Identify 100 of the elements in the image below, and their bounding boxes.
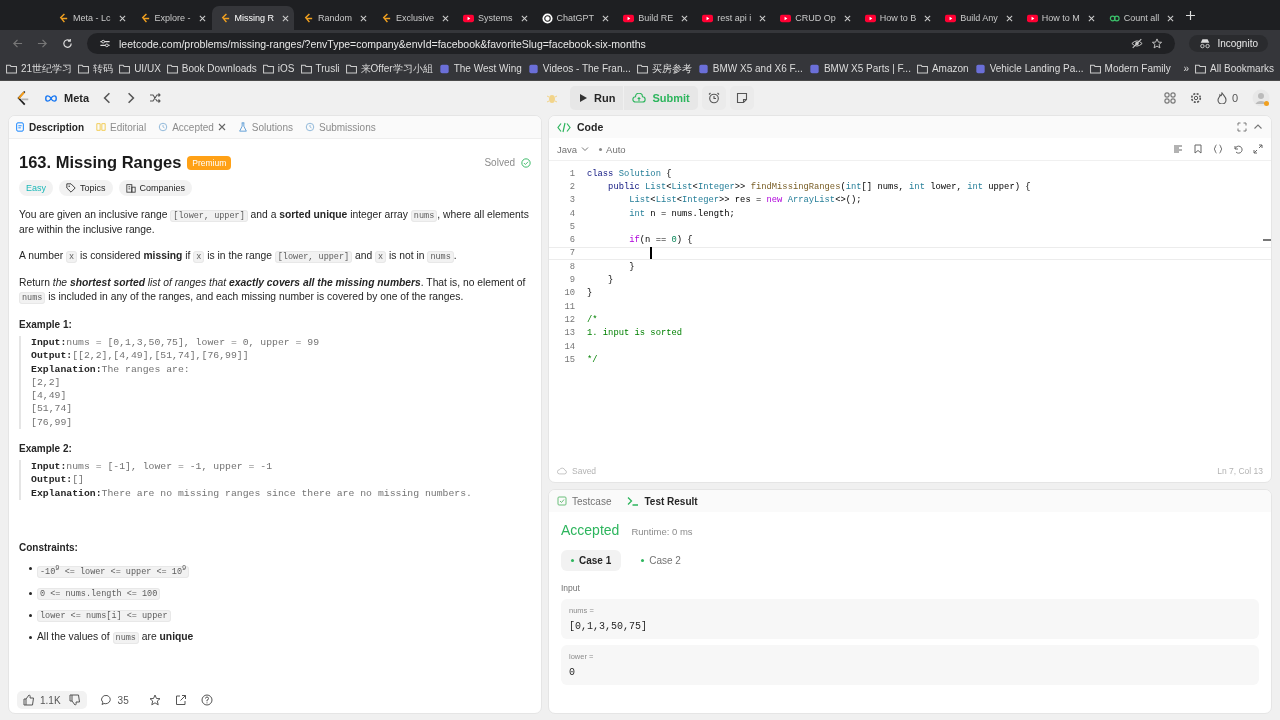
undo-icon[interactable]	[1233, 144, 1243, 154]
bookmark[interactable]: Trusli	[300, 63, 340, 74]
address-field[interactable]: leetcode.com/problems/missing-ranges/?envType=company&envId=facebook&favoriteSlug=facebook-six-months	[87, 33, 1176, 54]
chevron-down-icon	[581, 145, 590, 153]
panel-tab[interactable]: Test Result	[627, 495, 698, 507]
language-dropdown[interactable]: Java	[557, 143, 590, 155]
browser-tab[interactable]: Random	[295, 6, 373, 30]
note-icon	[735, 92, 748, 104]
like-button[interactable]: 1.1K	[23, 694, 61, 706]
bookmark[interactable]: 21世纪学习	[6, 61, 73, 76]
example-line: Input:nums = [-1], lower = -1, upper = -1	[31, 460, 274, 474]
history-icon	[305, 122, 315, 132]
check-circle-icon	[521, 157, 531, 168]
tag-chip[interactable]: Companies	[118, 180, 193, 196]
browser-tab[interactable]: rest api i	[694, 6, 772, 30]
maximize-icon[interactable]	[1237, 122, 1247, 132]
line-number: 5	[568, 221, 575, 232]
browser-tab[interactable]: Missing R	[211, 6, 295, 30]
bookmark[interactable]: BMW X5 Parts | F...	[808, 63, 911, 74]
example-line: [51,74]	[31, 402, 74, 416]
timer-button[interactable]	[701, 86, 726, 110]
difficulty-tag: Easy	[19, 180, 53, 196]
bookmark[interactable]: iOS	[262, 63, 295, 74]
book-icon	[96, 122, 106, 132]
browser-tab[interactable]: Count all	[1100, 6, 1180, 30]
comments-button[interactable]: 35	[100, 694, 129, 706]
forward-arrow-icon[interactable]	[37, 38, 48, 49]
case-tab[interactable]: Case 1	[561, 550, 622, 571]
site-icon	[808, 63, 820, 74]
line-number: 2	[568, 181, 575, 192]
case-tab[interactable]: Case 2	[631, 550, 691, 571]
code-line: class Solution {	[587, 168, 672, 179]
settings-icon[interactable]	[1189, 92, 1202, 104]
browser-tab[interactable]: Build RE	[615, 6, 694, 30]
back-arrow-icon[interactable]	[12, 38, 23, 49]
bookmark-icon[interactable]	[1193, 144, 1203, 154]
new-tab-icon[interactable]	[1186, 10, 1196, 20]
flask-icon	[237, 122, 248, 132]
bookmark[interactable]: 来Offer学习小組	[345, 61, 433, 76]
close-icon[interactable]	[217, 123, 226, 131]
code-line: /*	[587, 314, 598, 325]
bookmark[interactable]: BMW X5 and X6 F...	[697, 63, 803, 74]
braces-icon[interactable]	[1213, 144, 1223, 154]
browser-tab[interactable]: Meta - Lc	[50, 6, 131, 30]
site-settings-icon[interactable]	[99, 38, 111, 49]
code-line: }	[587, 288, 593, 299]
browser-tab[interactable]: How to M	[1018, 6, 1100, 30]
streak-counter[interactable]: 0	[1215, 92, 1238, 104]
panel-tab[interactable]: Testcase	[557, 495, 612, 507]
tag-chip[interactable]: Topics	[59, 180, 113, 196]
bookmark[interactable]: UI/UX	[119, 63, 161, 74]
constraint-item: -10$^{9}$ <= lower <= upper <= 10$^{9}$	[29, 560, 531, 579]
bookmark[interactable]: Modern Family	[1089, 63, 1171, 74]
thumbs-up-icon	[23, 694, 35, 706]
browser-tab[interactable]: ChatGPT	[533, 6, 615, 30]
tag-icon	[66, 183, 76, 193]
code-line: */	[587, 354, 598, 365]
browser-tab[interactable]: CRUD Op	[772, 6, 856, 30]
incognito-icon	[1199, 38, 1212, 49]
verdict-label: Accepted	[561, 522, 620, 538]
eye-off-icon[interactable]	[1131, 38, 1144, 49]
leetcode-logo-icon	[381, 12, 393, 24]
bookmark[interactable]: Book Downloads	[166, 63, 257, 74]
bookmark[interactable]: 买房参考	[636, 61, 692, 76]
shuffle-icon[interactable]	[149, 92, 162, 104]
code-line: }	[607, 275, 614, 285]
leetcode-logo-icon[interactable]	[16, 89, 30, 107]
browser-tab[interactable]: Exclusive	[373, 6, 455, 30]
bookmark[interactable]: Amazon	[916, 63, 969, 74]
site-icon	[527, 63, 539, 74]
bookmark[interactable]: The West Wing	[438, 63, 522, 74]
layout-grid-icon[interactable]	[1163, 92, 1176, 104]
reload-icon[interactable]	[62, 38, 73, 49]
description-paragraph: Return the shortest sorted list of ranges that exactly covers all the missing numbers. That is, no element of nums is included in any of the ranges, and each missing number is covered by one of the ranges.	[19, 276, 527, 305]
code-brackets-icon	[557, 121, 571, 133]
expand-icon[interactable]	[1253, 144, 1263, 154]
problem-list-button[interactable]: Meta	[44, 92, 90, 104]
line-number: 3	[568, 195, 575, 206]
panel-tab[interactable]: Description	[15, 121, 84, 133]
thumbs-down-icon[interactable]	[68, 694, 81, 706]
bookmark[interactable]: Vehicle Landing Pa...	[974, 63, 1084, 74]
folder-icon	[1089, 63, 1101, 74]
all-bookmarks-button[interactable]: All Bookmarks	[1195, 63, 1274, 74]
share-icon[interactable]	[174, 694, 187, 706]
help-icon[interactable]	[200, 694, 213, 706]
browser-tab[interactable]: Build Any	[937, 6, 1018, 30]
browser-tab[interactable]: How to B	[856, 6, 937, 30]
browser-tab[interactable]: Systems	[455, 6, 533, 30]
notes-button[interactable]	[729, 86, 754, 110]
parameter-value: [0,1,3,50,75]	[569, 621, 648, 632]
star-icon[interactable]	[148, 694, 161, 706]
bookmark[interactable]: 转码	[78, 61, 114, 76]
example-heading: Example 2:	[19, 443, 73, 455]
bookmark[interactable]: Videos - The Fran...	[527, 63, 631, 74]
more-bookmarks-button[interactable]: »	[1183, 63, 1190, 74]
run-button[interactable]: Run	[570, 86, 624, 110]
description-paragraph: You are given an inclusive range [lower, upper] and a sorted unique integer array nums , where all elements are within the inclusive range.	[19, 208, 530, 237]
browser-tab[interactable]: Explore -	[131, 6, 211, 30]
incognito-button[interactable]: Incognito	[1189, 35, 1268, 52]
auto-mode-label[interactable]: Auto	[606, 143, 626, 155]
